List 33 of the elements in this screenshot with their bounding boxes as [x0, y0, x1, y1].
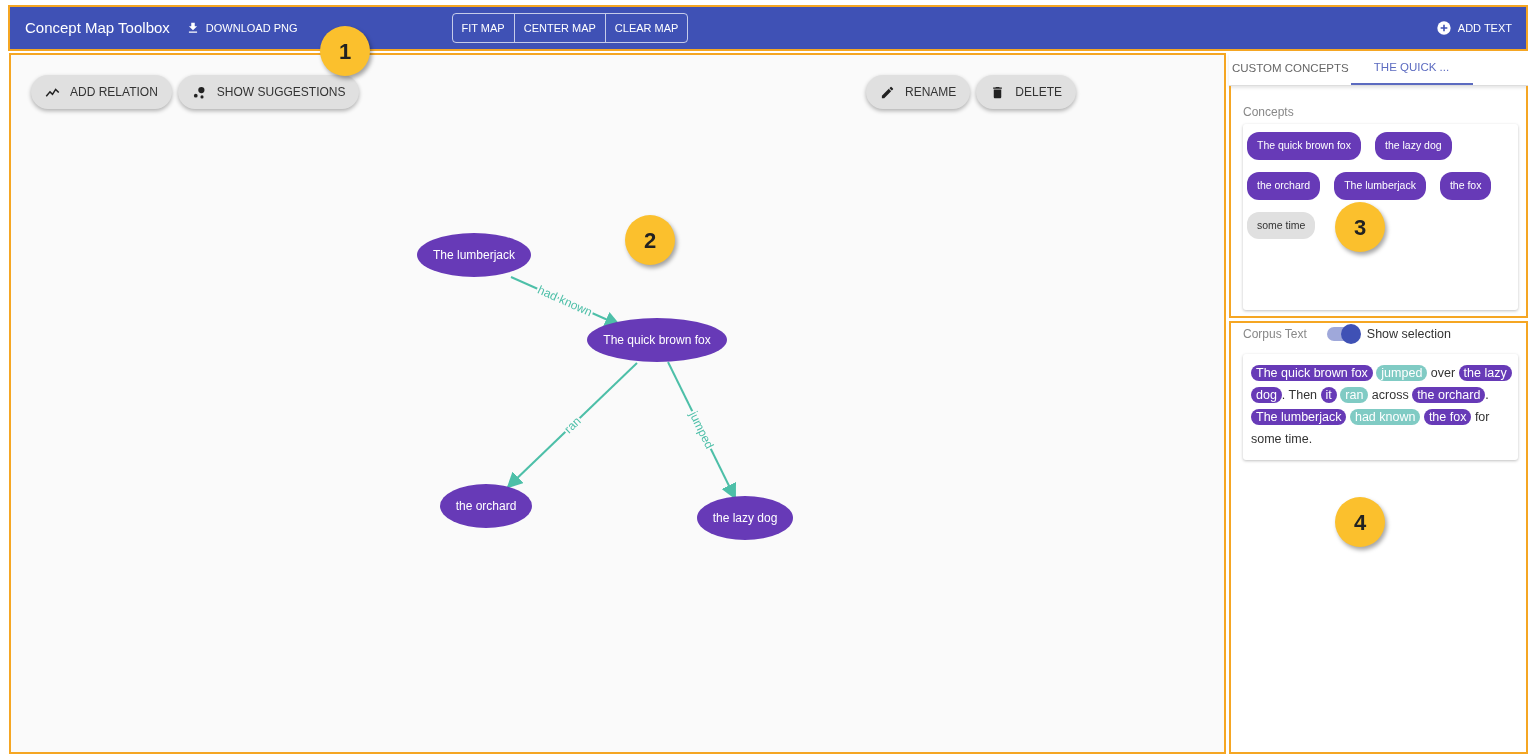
section-title: Concepts [1243, 104, 1295, 121]
map-button[interactable]: CENTER MAP [513, 13, 605, 43]
concept-chip[interactable]: the lazy dog [1374, 132, 1452, 160]
relation-label: ran [561, 413, 584, 437]
section-title: Corpus Text [1243, 326, 1307, 344]
action-button[interactable]: SHOW SUGGESTIONS [177, 75, 360, 109]
callout-marker: 4 [1335, 497, 1385, 547]
map-button[interactable]: CLEAR MAP [604, 13, 688, 43]
add-icon [1435, 20, 1452, 36]
toggle-switch[interactable] [1326, 327, 1359, 342]
app-title: Concept Map Toolbox [25, 17, 170, 38]
relation-arrow[interactable] [506, 362, 638, 489]
action-button[interactable]: ADD RELATION [31, 75, 172, 109]
concept-node[interactable]: the orchard [440, 484, 532, 528]
tab[interactable]: THE QUICK ... [1351, 53, 1473, 85]
concept-node[interactable]: The quick brown fox [587, 318, 727, 362]
concept-chip[interactable]: the orchard [1247, 171, 1321, 200]
concept-chip[interactable]: The quick brown fox [1247, 132, 1361, 160]
add-text-button[interactable]: ADD TEXT [1429, 13, 1518, 43]
pencil-icon [880, 84, 895, 100]
download-button[interactable]: DOWNLOAD PNG [179, 13, 304, 43]
concept-node[interactable]: The lumberjack [417, 233, 531, 277]
action-button[interactable]: RENAME [866, 75, 971, 109]
map-button[interactable]: FIT MAP [452, 13, 514, 43]
concept-chip[interactable]: some time [1247, 211, 1316, 240]
corpus-text: The quick brown fox jumped over the lazy dog . Then it ran across the orchard . The lumberjack had known the fox for some time. [1243, 353, 1518, 460]
tab[interactable]: CUSTOM CONCEPTS [1229, 53, 1351, 85]
dots-icon [191, 84, 207, 100]
concept-chip[interactable]: the fox [1439, 171, 1492, 200]
toggle-label: Show selection [1366, 326, 1451, 343]
concept-node[interactable]: the lazy dog [697, 496, 793, 540]
action-button[interactable]: DELETE [976, 75, 1077, 109]
concept-chip[interactable]: The lumberjack [1334, 171, 1426, 200]
